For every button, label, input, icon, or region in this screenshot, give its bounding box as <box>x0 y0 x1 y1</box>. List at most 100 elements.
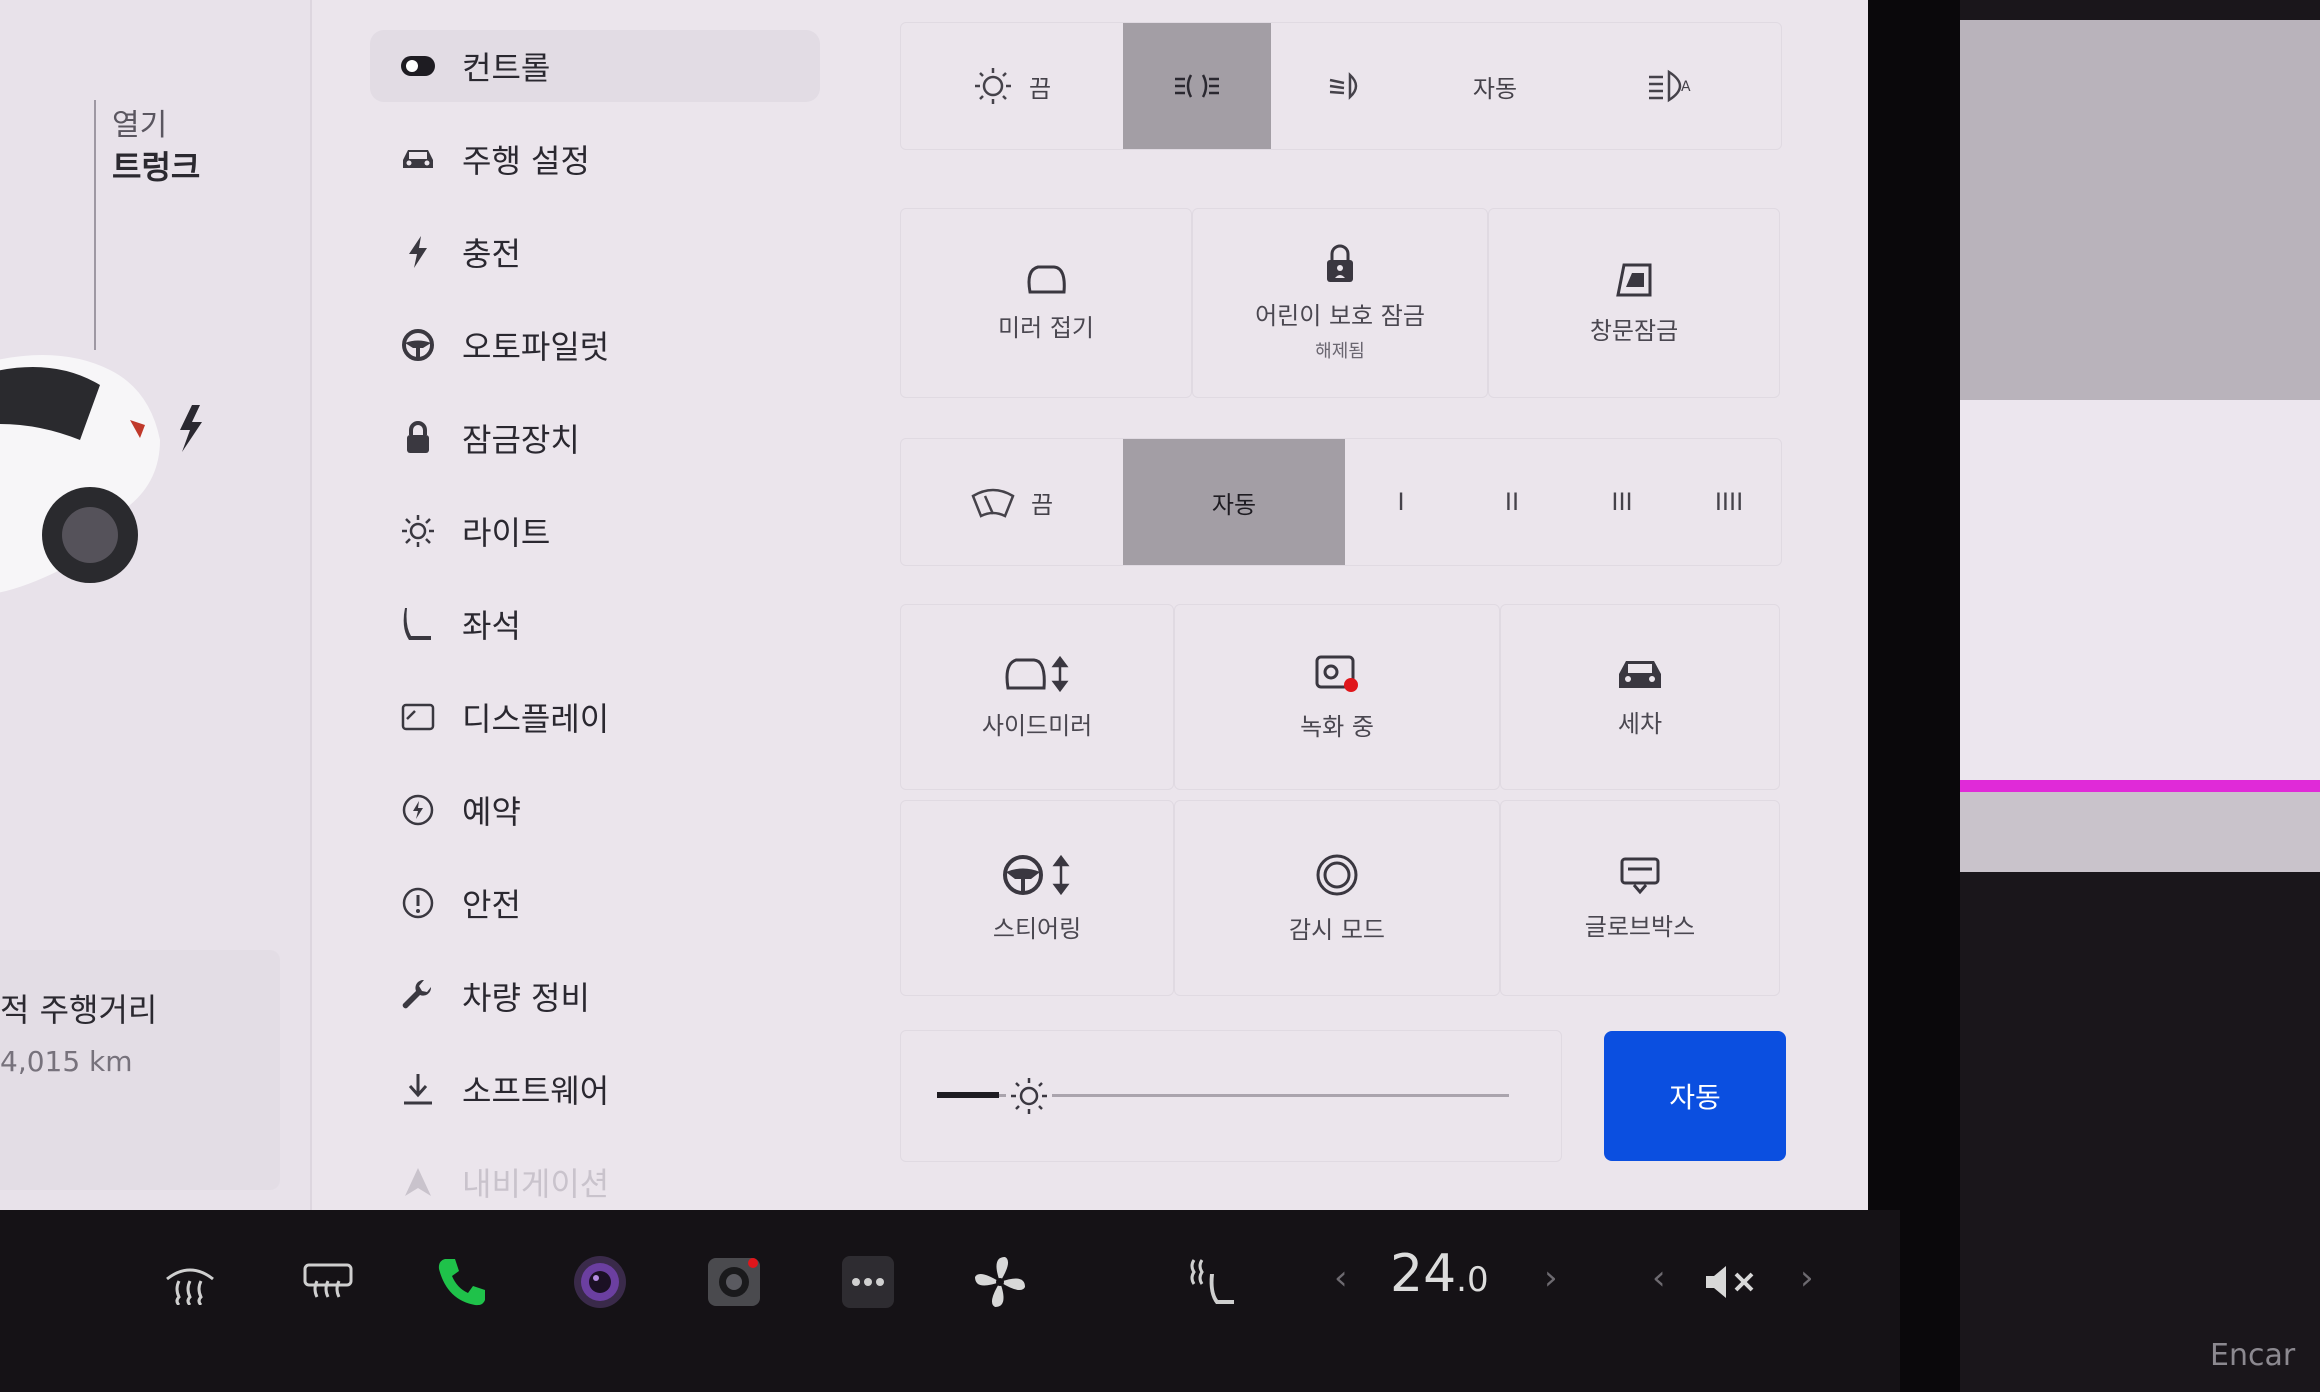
menu-item-autopilot[interactable]: 오토파일럿 <box>370 309 820 381</box>
parking-lights-button[interactable] <box>1123 23 1271 149</box>
touchscreen: 열기 트렁크 적 주행거리 4,015 km 컨트롤 주행 설정 충전 오토파일… <box>0 0 1868 1210</box>
ambient-light-strip <box>1960 780 2320 792</box>
trunk-button[interactable]: 트렁크 <box>112 142 200 188</box>
svg-text:A: A <box>1681 79 1691 95</box>
rear-defrost-icon <box>303 1263 353 1298</box>
wiper-speed-label: IIII <box>1714 488 1744 516</box>
mirror-fold-label: 미러 접기 <box>998 313 1094 342</box>
menu-item-navigation[interactable]: 내비게이션 <box>370 1146 820 1210</box>
steering-wheel-icon <box>398 325 438 365</box>
menu-item-schedule[interactable]: 예약 <box>370 774 820 846</box>
window-lock-label: 창문잠금 <box>1589 316 1679 345</box>
volume-increase-chevron-icon[interactable]: › <box>1800 1258 1814 1298</box>
phone-button[interactable] <box>430 1250 494 1314</box>
climate-fan-button[interactable] <box>968 1250 1032 1314</box>
odometer-value: 4,015 km <box>0 1045 133 1078</box>
info-icon <box>398 883 438 923</box>
dashcam-button[interactable]: 녹화 중 <box>1174 604 1500 790</box>
wiper-speed-4-button[interactable]: IIII <box>1677 439 1781 565</box>
wiper-speed-label: II <box>1504 488 1520 516</box>
headlight-off-icon <box>974 68 1011 104</box>
wiper-off-button[interactable]: 끔 <box>901 439 1123 565</box>
side-mirror-adjust-icon <box>1005 655 1069 692</box>
wiper-speed-2-button[interactable]: II <box>1457 439 1567 565</box>
wiper-auto-button[interactable]: 자동 <box>1123 439 1345 565</box>
glovebox-button[interactable]: 글로브박스 <box>1499 800 1780 996</box>
menu-item-software[interactable]: 소프트웨어 <box>370 1053 820 1125</box>
menu-item-label: 차량 정비 <box>462 979 590 1017</box>
camera-lens-icon <box>574 1256 626 1308</box>
brightness-auto-button[interactable]: 자동 <box>1604 1031 1786 1161</box>
temp-increase-chevron-icon[interactable]: › <box>1544 1258 1558 1298</box>
more-apps-button[interactable] <box>836 1250 900 1314</box>
headlight-auto-label: 자동 <box>1472 74 1518 103</box>
brightness-slider-thumb[interactable] <box>1005 1073 1052 1119</box>
wiper-off-label: 끔 <box>1030 490 1054 519</box>
front-defrost-button[interactable] <box>158 1250 222 1314</box>
child-lock-label: 어린이 보호 잠금 <box>1255 301 1425 330</box>
wrench-icon <box>398 976 438 1016</box>
wiper-speed-3-button[interactable]: III <box>1567 439 1677 565</box>
menu-item-display[interactable]: 디스플레이 <box>370 681 820 753</box>
menu-item-locks[interactable]: 잠금장치 <box>370 402 820 474</box>
child-lock-status: 해제됨 <box>1315 340 1365 362</box>
window-lock-icon <box>1616 263 1652 296</box>
bolt-icon <box>398 232 438 272</box>
auto-high-beam-button[interactable]: A <box>1569 23 1781 149</box>
menu-item-lights[interactable]: 라이트 <box>370 495 820 567</box>
car-panel: 열기 트렁크 적 주행거리 4,015 km <box>0 0 312 1210</box>
menu-item-service[interactable]: 차량 정비 <box>370 960 820 1032</box>
menu-item-label: 주행 설정 <box>462 142 590 180</box>
rear-defrost-button[interactable] <box>296 1250 360 1314</box>
scene-panel-middle <box>1960 400 2320 780</box>
low-beam-button[interactable] <box>1271 23 1421 149</box>
menu-item-label: 오토파일럿 <box>462 328 610 366</box>
car-image[interactable] <box>0 330 300 650</box>
volume-mute-button[interactable] <box>1700 1250 1764 1314</box>
recording-label: 녹화 중 <box>1300 712 1374 741</box>
window-lock-button[interactable]: 창문잠금 <box>1488 208 1781 398</box>
temperature-decimal: .0 <box>1456 1260 1489 1300</box>
menu-item-driving[interactable]: 주행 설정 <box>370 123 820 195</box>
dashcam-icon <box>1315 655 1359 692</box>
controls-row-3: 스티어링 감시 모드 글로브박스 <box>900 800 1780 996</box>
fan-icon <box>975 1257 1025 1307</box>
side-mirror-label: 사이드미러 <box>981 711 1093 740</box>
scene-panel-upper <box>1960 20 2320 400</box>
steering-adjust-button[interactable]: 스티어링 <box>900 800 1175 996</box>
sentry-mode-button[interactable]: 감시 모드 <box>1174 800 1500 996</box>
headlight-off-label: 끔 <box>1028 74 1052 103</box>
bottom-bar <box>0 1210 1900 1392</box>
volume-decrease-chevron-icon[interactable]: ‹ <box>1652 1258 1666 1298</box>
seat-heater-button[interactable] <box>1180 1250 1244 1314</box>
headlight-auto-button[interactable]: 자동 <box>1421 23 1569 149</box>
camera-app-button[interactable] <box>568 1250 632 1314</box>
car-wash-button[interactable]: 세차 <box>1499 604 1780 790</box>
wiper-speed-label: I <box>1397 488 1405 516</box>
dashcam-app-icon <box>708 1258 760 1306</box>
auto-high-beam-icon: A <box>1649 69 1691 103</box>
toggle-icon <box>398 46 438 86</box>
mirror-fold-button[interactable]: 미러 접기 <box>900 208 1193 398</box>
lock-icon <box>398 418 438 458</box>
screen-bezel <box>1868 0 1960 1392</box>
wiper-selector: 끔 자동 I II III IIII <box>900 438 1782 566</box>
temperature-display: 24.0 <box>1390 1244 1489 1304</box>
dashcam-app-button[interactable] <box>702 1250 766 1314</box>
speaker-muted-icon <box>1706 1266 1754 1298</box>
headlight-selector: 끔 자동 A <box>900 22 1782 150</box>
sun-icon <box>1010 1078 1047 1114</box>
menu-item-safety[interactable]: 안전 <box>370 867 820 939</box>
wiper-icon <box>971 488 1015 518</box>
temp-decrease-chevron-icon[interactable]: ‹ <box>1334 1258 1348 1298</box>
menu-item-charging[interactable]: 충전 <box>370 216 820 288</box>
menu-item-label: 예약 <box>462 793 521 831</box>
side-mirror-button[interactable]: 사이드미러 <box>900 604 1175 790</box>
wiper-speed-1-button[interactable]: I <box>1345 439 1457 565</box>
menu-item-label: 잠금장치 <box>462 421 580 459</box>
child-lock-button[interactable]: 어린이 보호 잠금 해제됨 <box>1192 208 1488 398</box>
headlight-off-button[interactable]: 끔 <box>901 23 1123 149</box>
menu-item-label: 안전 <box>462 886 521 924</box>
menu-item-controls[interactable]: 컨트롤 <box>370 30 820 102</box>
menu-item-seats[interactable]: 좌석 <box>370 588 820 660</box>
